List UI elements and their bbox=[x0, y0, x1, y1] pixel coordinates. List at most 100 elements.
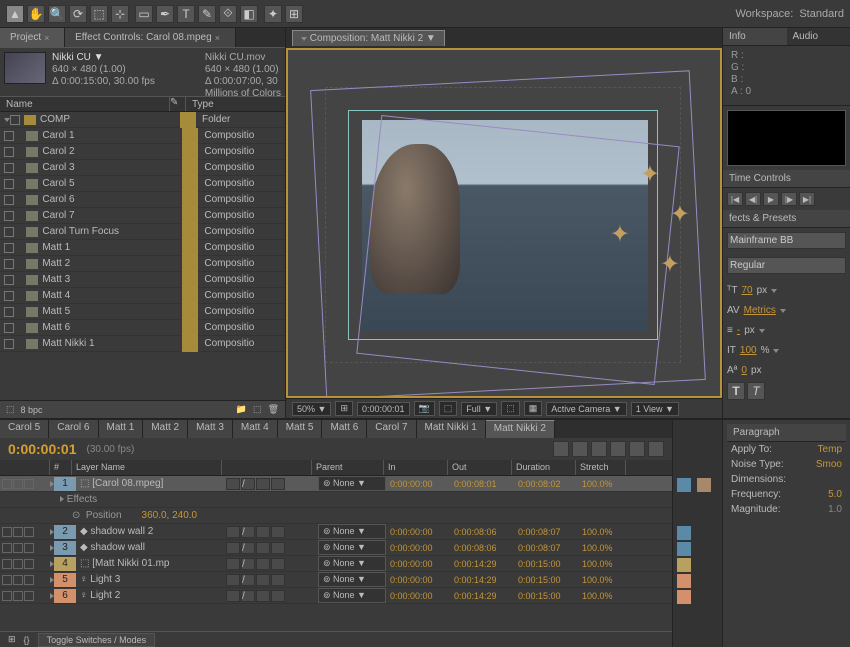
last-frame-button[interactable]: ▶| bbox=[799, 192, 815, 206]
font-style-dropdown[interactable]: Regular bbox=[727, 257, 846, 274]
trash-icon[interactable]: 🗑 bbox=[268, 404, 279, 415]
rect-tool[interactable]: ▭ bbox=[135, 5, 153, 23]
pen-tool[interactable]: ✒ bbox=[156, 5, 174, 23]
project-item[interactable]: Matt 5Compositio bbox=[0, 304, 285, 320]
project-item[interactable]: Matt 4Compositio bbox=[0, 288, 285, 304]
expand-icon[interactable]: ⊞ bbox=[8, 634, 16, 645]
selection-tool[interactable]: ▲ bbox=[6, 5, 24, 23]
project-item[interactable]: Carol 6Compositio bbox=[0, 192, 285, 208]
timeline-column-headers[interactable]: # Layer Name Parent In Out Duration Stre… bbox=[0, 460, 672, 476]
project-item[interactable]: Carol 5Compositio bbox=[0, 176, 285, 192]
current-timecode[interactable]: 0:00:00:01 bbox=[8, 441, 77, 457]
roi-icon[interactable]: ⬚ bbox=[501, 401, 520, 416]
tab-effects-presets[interactable]: fects & Presets bbox=[723, 210, 850, 228]
project-column-headers[interactable]: Name ✎ Type bbox=[0, 96, 285, 112]
layer-bar[interactable] bbox=[677, 542, 691, 556]
timeline-tab[interactable]: Matt 2 bbox=[143, 420, 188, 438]
hand-tool[interactable]: ✋ bbox=[27, 5, 45, 23]
project-item[interactable]: Carol 1Compositio bbox=[0, 128, 285, 144]
project-item[interactable]: Matt 6Compositio bbox=[0, 320, 285, 336]
noise-type-value[interactable]: Smoo bbox=[816, 459, 842, 470]
prev-frame-button[interactable]: ◀| bbox=[745, 192, 761, 206]
layer-bar[interactable] bbox=[677, 478, 691, 492]
effects-search-input[interactable]: Mainframe BB bbox=[727, 232, 846, 249]
tab-info[interactable]: Info bbox=[723, 28, 787, 46]
project-item[interactable]: Carol 7Compositio bbox=[0, 208, 285, 224]
timeline-layer-row[interactable]: 2◆ shadow wall 2/⊚ None ▼0:00:00:000:00:… bbox=[0, 524, 672, 540]
project-item[interactable]: Carol 2Compositio bbox=[0, 144, 285, 160]
new-comp-icon[interactable]: ⬚ bbox=[253, 404, 262, 415]
kerning-input[interactable]: Metrics bbox=[744, 302, 776, 320]
layer-bar[interactable] bbox=[697, 478, 711, 492]
bpc-toggle[interactable]: 8 bpc bbox=[21, 405, 43, 415]
timeline-tab[interactable]: Carol 5 bbox=[0, 420, 49, 438]
toggle-switches-button[interactable]: Toggle Switches / Modes bbox=[38, 633, 156, 647]
brainstorm-icon[interactable] bbox=[629, 441, 645, 457]
layer-bar[interactable] bbox=[677, 574, 691, 588]
timeline-layer-row[interactable]: ⊙ Position360.0, 240.0 bbox=[0, 508, 672, 524]
current-time[interactable]: 0:00:00:01 bbox=[357, 402, 410, 416]
draft3d-icon[interactable] bbox=[648, 441, 664, 457]
tab-paragraph[interactable]: Paragraph bbox=[727, 424, 846, 442]
interpret-icon[interactable]: ⬚ bbox=[6, 404, 15, 415]
snapshot-icon[interactable]: 📷 bbox=[414, 401, 435, 416]
layer-bar[interactable] bbox=[677, 558, 691, 572]
timeline-tab[interactable]: Matt 6 bbox=[322, 420, 367, 438]
close-icon[interactable]: × bbox=[44, 33, 54, 43]
timeline-layer-row[interactable]: 6♀ Light 2/⊚ None ▼0:00:00:000:00:14:290… bbox=[0, 588, 672, 604]
italic-button[interactable]: T bbox=[747, 382, 765, 400]
camera-tool[interactable]: ⬚ bbox=[90, 5, 108, 23]
puppet-tool[interactable]: ✦ bbox=[264, 5, 282, 23]
leading-input[interactable]: - bbox=[737, 322, 740, 340]
local-axis-tool[interactable]: ⊞ bbox=[285, 5, 303, 23]
project-item[interactable]: Matt 3Compositio bbox=[0, 272, 285, 288]
timeline-layer-row[interactable]: 5♀ Light 3/⊚ None ▼0:00:00:000:00:14:290… bbox=[0, 572, 672, 588]
rotate-tool[interactable]: ⟳ bbox=[69, 5, 87, 23]
project-item[interactable]: COMPFolder bbox=[0, 112, 285, 128]
tab-project[interactable]: Project× bbox=[0, 28, 65, 47]
timeline-tracks[interactable] bbox=[672, 420, 722, 647]
close-icon[interactable]: × bbox=[215, 33, 225, 43]
comp-tab[interactable]: Composition: Matt Nikki 2 ▼ bbox=[292, 30, 445, 46]
brush-tool[interactable]: ✎ bbox=[198, 5, 216, 23]
channel-icon[interactable]: ⬚ bbox=[439, 401, 458, 416]
zoom-icon[interactable]: {} bbox=[24, 635, 30, 645]
timeline-tab[interactable]: Matt Nikki 1 bbox=[417, 420, 486, 438]
timeline-layers[interactable]: 1⬚ [Carol 08.mpeg]/⊚ None ▼0:00:00:000:0… bbox=[0, 476, 672, 631]
font-size-input[interactable]: 70 bbox=[741, 282, 752, 300]
zoom-dropdown[interactable]: 50% ▼ bbox=[292, 402, 331, 416]
timeline-tab[interactable]: Matt 4 bbox=[233, 420, 278, 438]
type-tool[interactable]: T bbox=[177, 5, 195, 23]
apply-to-value[interactable]: Temp bbox=[818, 444, 842, 455]
clone-tool[interactable]: ⟐ bbox=[219, 5, 237, 23]
motion-blur-icon[interactable] bbox=[591, 441, 607, 457]
tab-effect-controls[interactable]: Effect Controls: Carol 08.mpeg× bbox=[65, 28, 236, 47]
transparency-grid-icon[interactable]: ▦ bbox=[524, 401, 543, 416]
graph-editor-icon[interactable] bbox=[610, 441, 626, 457]
project-item-list[interactable]: COMPFolder Carol 1Compositio Carol 2Comp… bbox=[0, 112, 285, 400]
next-frame-button[interactable]: |▶ bbox=[781, 192, 797, 206]
layer-bar[interactable] bbox=[677, 526, 691, 540]
timeline-layer-row[interactable]: 1⬚ [Carol 08.mpeg]/⊚ None ▼0:00:00:000:0… bbox=[0, 476, 672, 492]
col-comment[interactable]: ✎ bbox=[170, 97, 186, 111]
timeline-tab[interactable]: Matt 1 bbox=[99, 420, 144, 438]
timeline-layer-row[interactable]: 3◆ shadow wall/⊚ None ▼0:00:00:000:00:08… bbox=[0, 540, 672, 556]
frequency-value[interactable]: 5.0 bbox=[828, 489, 842, 500]
play-button[interactable]: ▶ bbox=[763, 192, 779, 206]
project-item[interactable]: Matt 1Compositio bbox=[0, 240, 285, 256]
layer-bar[interactable] bbox=[677, 590, 691, 604]
new-folder-icon[interactable]: 📁 bbox=[236, 404, 247, 415]
shy-icon[interactable] bbox=[553, 441, 569, 457]
frame-blend-icon[interactable] bbox=[572, 441, 588, 457]
workspace-selector[interactable]: Workspace: Standard bbox=[735, 8, 844, 20]
eraser-tool[interactable]: ◧ bbox=[240, 5, 258, 23]
magnitude-value[interactable]: 1.0 bbox=[828, 504, 842, 515]
vscale-input[interactable]: 100 bbox=[740, 342, 757, 360]
pan-behind-tool[interactable]: ⊹ bbox=[111, 5, 129, 23]
camera-dropdown[interactable]: Active Camera ▼ bbox=[546, 402, 626, 416]
project-item[interactable]: Matt 2Compositio bbox=[0, 256, 285, 272]
tab-audio[interactable]: Audio bbox=[787, 28, 850, 46]
project-item[interactable]: Matt Nikki 1Compositio bbox=[0, 336, 285, 352]
timeline-tab[interactable]: Matt Nikki 2 bbox=[486, 420, 555, 438]
tab-time-controls[interactable]: Time Controls bbox=[723, 170, 850, 188]
